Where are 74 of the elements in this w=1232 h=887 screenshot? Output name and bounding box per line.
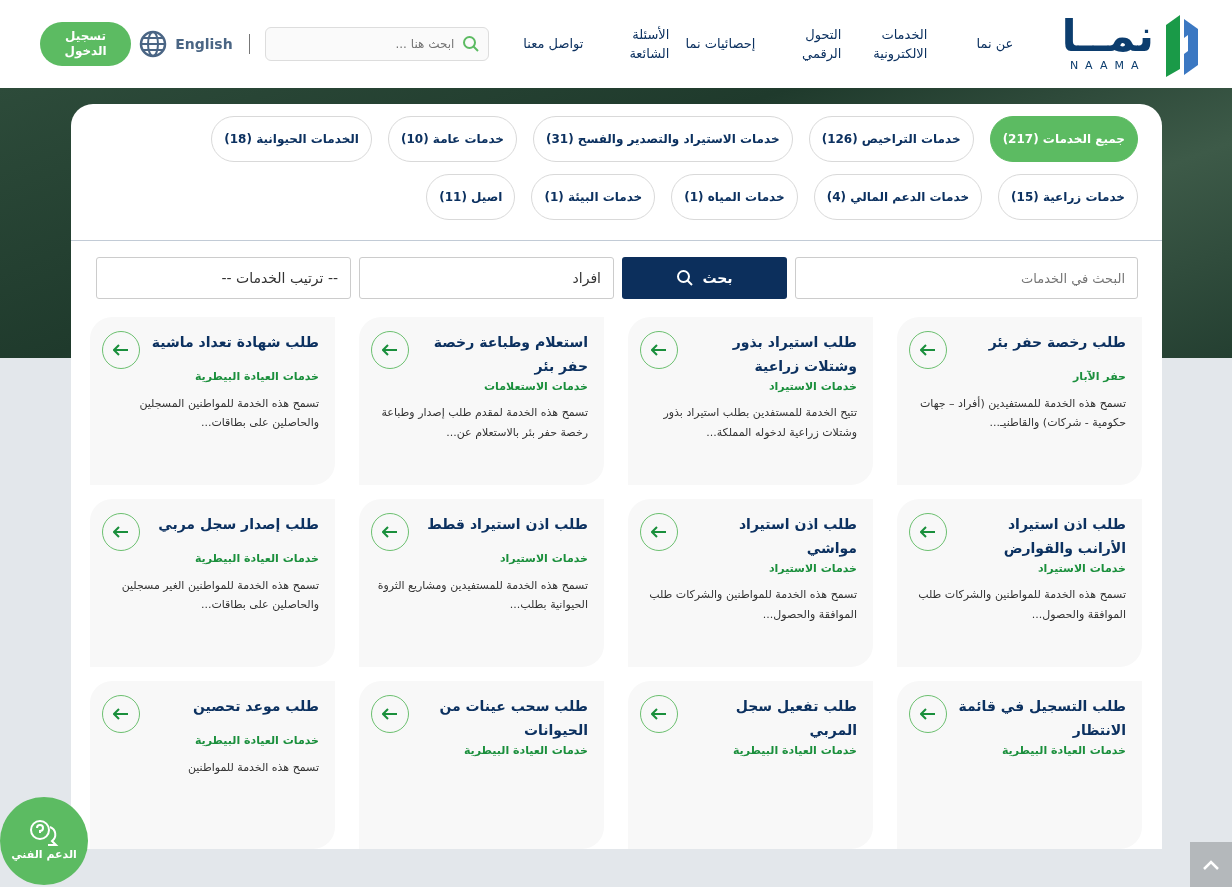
category-tab[interactable]: خدمات التراخيص (126) bbox=[808, 116, 974, 162]
service-category: خدمات الاستيراد bbox=[498, 551, 588, 567]
arrow-icon bbox=[113, 708, 129, 720]
arrow-icon bbox=[920, 344, 936, 356]
nav-link[interactable]: الخدمات الالكترونية bbox=[857, 24, 928, 64]
globe-icon[interactable] bbox=[139, 30, 168, 58]
category-tab[interactable]: خدمات الدعم المالي (4) bbox=[813, 174, 983, 220]
services-search-field[interactable]: البحث في الخدمات bbox=[795, 257, 1138, 299]
scroll-top-button[interactable] bbox=[1190, 842, 1232, 887]
service-title: طلب شهادة تعداد ماشية bbox=[151, 333, 319, 353]
nav-link[interactable]: التحول الرقمي bbox=[771, 24, 842, 64]
service-description: تسمح هذه الخدمة للمواطنين والشركات طلب الموافقة والحصول... bbox=[648, 587, 857, 623]
nav-link[interactable]: إحصائيات نما bbox=[685, 34, 756, 54]
service-title: طلب اذن استيراد مواشي bbox=[737, 515, 857, 559]
arrow-icon bbox=[113, 526, 129, 538]
header-search-field[interactable]: ابحث هنا ... bbox=[265, 27, 490, 61]
service-title: طلب إصدار سجل مربي bbox=[158, 515, 319, 535]
category-tab[interactable]: خدمات الاستيراد والتصدير والفسح (31) bbox=[533, 116, 793, 162]
search-icon bbox=[676, 269, 695, 287]
service-category: خدمات الاستيراد bbox=[1036, 560, 1126, 577]
service-title: طلب موعد تحصين bbox=[192, 697, 319, 717]
sort-dropdown[interactable]: -- ترتيب الخدمات -- bbox=[96, 257, 351, 299]
logo-wordmark: نمــا bbox=[1061, 13, 1154, 58]
arrow-icon bbox=[382, 708, 398, 720]
category-tab[interactable]: خدمات عامة (10) bbox=[388, 116, 517, 162]
search-icon bbox=[462, 35, 481, 53]
arrow-icon bbox=[113, 344, 129, 356]
service-category: حفر الآبار bbox=[1071, 369, 1126, 385]
service-title: طلب سحب عينات من الحيوانات bbox=[438, 697, 588, 741]
service-category: خدمات العيادة البيطرية bbox=[1000, 742, 1126, 759]
search-button[interactable]: بحث bbox=[622, 257, 787, 299]
audience-dropdown[interactable]: افراد bbox=[359, 257, 614, 299]
service-title: طلب اذن استيراد الأرانب والقوارض bbox=[1002, 515, 1126, 559]
arrow-icon bbox=[382, 344, 398, 356]
service-category: خدمات العيادة البيطرية bbox=[731, 742, 857, 759]
service-description: تسمح هذه الخدمة للمواطنين والشركات طلب الموافقة والحصول... bbox=[917, 587, 1126, 623]
service-description: تسمح هذه الخدمة لمقدم طلب إصدار وطباعة رخصة حفر بئر بالاستعلام عن... bbox=[380, 405, 588, 441]
nav-link[interactable]: تواصل معنا bbox=[513, 34, 584, 54]
category-tab[interactable]: خدمات البيئة (1) bbox=[531, 174, 656, 220]
service-category: خدمات العيادة البيطرية bbox=[462, 742, 588, 759]
service-title: استعلام وطباعة رخصة حفر بئر bbox=[432, 333, 588, 377]
logo-subtitle: NAAMA bbox=[1068, 57, 1147, 74]
service-category: خدمات العيادة البيطرية bbox=[193, 733, 319, 749]
service-description: تسمح هذه الخدمة للمواطنين الغير مسجلين والحاصلين على بطاقات... bbox=[120, 577, 319, 614]
service-description: تسمح هذه الخدمة للمستفيدين (أفراد – جهات حكومية - شركات) والقاطنيـ... bbox=[919, 395, 1126, 432]
nav-link[interactable]: الأسئلة الشائعة bbox=[599, 24, 670, 64]
chevron-up-icon bbox=[1203, 860, 1219, 870]
service-description: تتيح الخدمة للمستفدين بطلب استيراد بذور وشتلات زراعية لدخوله المملكة... bbox=[662, 405, 857, 441]
nav-link[interactable]: عن نما bbox=[943, 34, 1014, 54]
arrow-icon bbox=[920, 708, 936, 720]
service-category: خدمات الاستيراد bbox=[767, 560, 857, 577]
service-title: طلب تفعيل سجل المربي bbox=[734, 697, 857, 741]
service-category: خدمات العيادة البيطرية bbox=[193, 369, 319, 385]
service-title: طلب رخصة حفر بئر bbox=[988, 333, 1126, 353]
category-tab[interactable]: خدمات زراعية (15) bbox=[998, 174, 1138, 220]
arrow-icon bbox=[651, 526, 667, 538]
service-description: تسمح هذه الخدمة للمواطنين المسجلين والحاصلين على بطاقات... bbox=[138, 395, 319, 432]
arrow-icon bbox=[651, 344, 667, 356]
service-title: طلب استيراد بذور وشتلات زراعية bbox=[731, 333, 857, 377]
service-category: خدمات الاستيراد bbox=[767, 378, 857, 395]
category-tab[interactable]: خدمات المياه (1) bbox=[671, 174, 798, 220]
category-tab[interactable]: الخدمات الحيوانية (18) bbox=[211, 116, 372, 162]
arrow-icon bbox=[382, 526, 398, 538]
service-title: طلب اذن استيراد قطط bbox=[427, 515, 588, 535]
arrow-icon bbox=[651, 708, 667, 720]
category-tab[interactable]: اصيل (11) bbox=[426, 174, 516, 220]
service-category: خدمات الاستعلامات bbox=[483, 378, 588, 395]
service-title: طلب التسجيل في قائمة الانتظار bbox=[957, 697, 1126, 740]
language-link[interactable]: English bbox=[175, 33, 233, 55]
arrow-icon bbox=[920, 526, 936, 538]
service-category: خدمات العيادة البيطرية bbox=[193, 551, 319, 567]
chat-icon bbox=[28, 818, 60, 847]
service-description: تسمح هذه الخدمة للمواطنين bbox=[186, 759, 319, 776]
service-description: تسمح هذه الخدمة للمستفيدين ومشاريع الثروة الحيوانية بطلب... bbox=[376, 577, 588, 614]
